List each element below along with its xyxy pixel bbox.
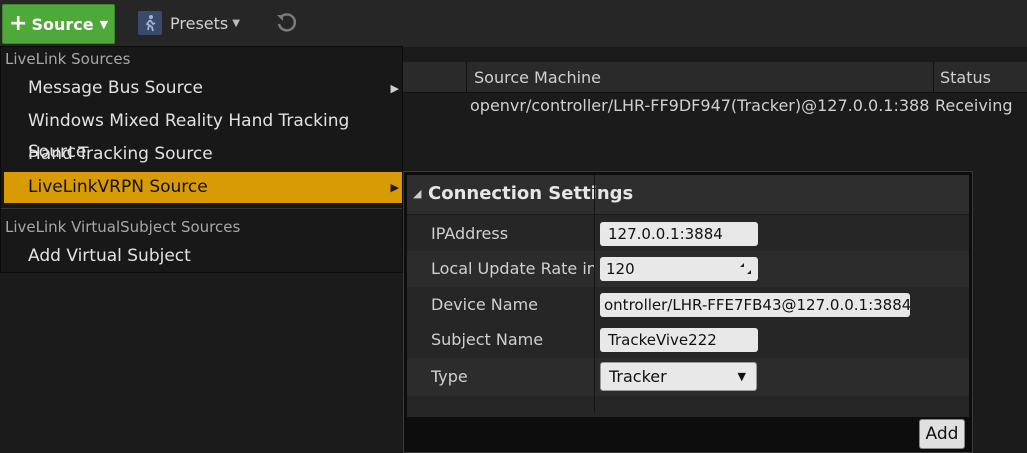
property-row-type: Type Tracker ▼: [407, 358, 969, 396]
connection-settings-title: Connection Settings: [428, 183, 634, 204]
type-selected-value: Tracker: [609, 367, 667, 386]
presets-label: Presets: [170, 13, 229, 33]
add-button[interactable]: Add: [919, 419, 965, 449]
submenu-arrow-icon: ▶: [390, 181, 399, 194]
add-source-button[interactable]: + Source ▼: [2, 4, 115, 44]
menu-section-livelink-sources: LiveLink Sources: [5, 50, 131, 68]
presets-button[interactable]: Presets ▼: [138, 8, 240, 38]
property-row-ipaddress: IPAddress 127.0.0.1:3884: [407, 216, 969, 252]
menu-item-message-bus-source[interactable]: Message Bus Source ▶: [1, 73, 402, 104]
plus-icon: +: [9, 11, 28, 36]
connection-settings-header[interactable]: ◢ Connection Settings: [407, 175, 969, 215]
submenu-arrow-icon: ▶: [390, 82, 399, 95]
menu-item-label: Hand Tracking Source: [28, 144, 213, 164]
source-dropdown-menu: LiveLink Sources Message Bus Source ▶ Wi…: [0, 46, 403, 273]
status-cell: Receiving: [935, 96, 1013, 115]
menu-item-label: Add Virtual Subject: [28, 246, 191, 266]
column-divider[interactable]: [466, 62, 467, 93]
update-rate-value: 120: [606, 260, 635, 278]
type-label: Type: [431, 367, 468, 386]
sources-list-header: Source Machine Status: [403, 62, 1027, 93]
menu-item-label: LiveLinkVRPN Source: [28, 177, 208, 197]
ipaddress-label: IPAddress: [431, 224, 509, 243]
update-rate-input[interactable]: 120: [600, 257, 758, 281]
drag-handle-icon[interactable]: [739, 262, 752, 275]
ipaddress-input[interactable]: 127.0.0.1:3884: [600, 222, 758, 246]
runner-icon: [138, 11, 162, 35]
chevron-down-icon: ▼: [232, 17, 240, 29]
chevron-down-icon: ▼: [99, 17, 109, 31]
property-row-subject-name: Subject Name TrackeVive222: [407, 322, 969, 358]
update-rate-label: Local Update Rate in H: [431, 259, 594, 278]
property-row-device-name: Device Name ontroller/LHR-FFE7FB43@127.0…: [407, 287, 969, 323]
subject-name-label: Subject Name: [431, 330, 544, 349]
property-row-update-rate: Local Update Rate in H 120: [407, 251, 969, 287]
menu-item-hand-tracking-source[interactable]: Hand Tracking Source: [1, 139, 402, 170]
menu-section-virtualsubject-sources: LiveLink VirtualSubject Sources: [5, 218, 241, 236]
column-splitter[interactable]: [594, 175, 595, 413]
menu-item-label: Message Bus Source: [28, 78, 203, 98]
device-name-label: Device Name: [431, 295, 539, 314]
column-header-status[interactable]: Status: [934, 62, 991, 93]
menu-divider: [1, 208, 402, 209]
undo-icon[interactable]: [274, 11, 298, 35]
source-button-label: Source: [31, 14, 94, 34]
chevron-down-icon: ▼: [737, 370, 746, 383]
menu-item-wmr-hand-tracking-source[interactable]: Windows Mixed Reality Hand Tracking Sour…: [1, 106, 402, 162]
device-name-input[interactable]: ontroller/LHR-FFE7FB43@127.0.0.1:3884: [600, 293, 910, 317]
type-combobox[interactable]: Tracker ▼: [600, 362, 757, 391]
column-header-source-machine[interactable]: Source Machine: [468, 62, 601, 93]
collapse-triangle-icon[interactable]: ◢: [413, 187, 421, 200]
menu-item-add-virtual-subject[interactable]: Add Virtual Subject: [1, 241, 402, 272]
source-machine-cell[interactable]: openvr/controller/LHR-FF9DF947(Tracker)@…: [470, 96, 929, 115]
menu-item-livelinkvrpn-source[interactable]: LiveLinkVRPN Source ▶: [4, 172, 402, 203]
subject-name-input[interactable]: TrackeVive222: [600, 328, 758, 352]
